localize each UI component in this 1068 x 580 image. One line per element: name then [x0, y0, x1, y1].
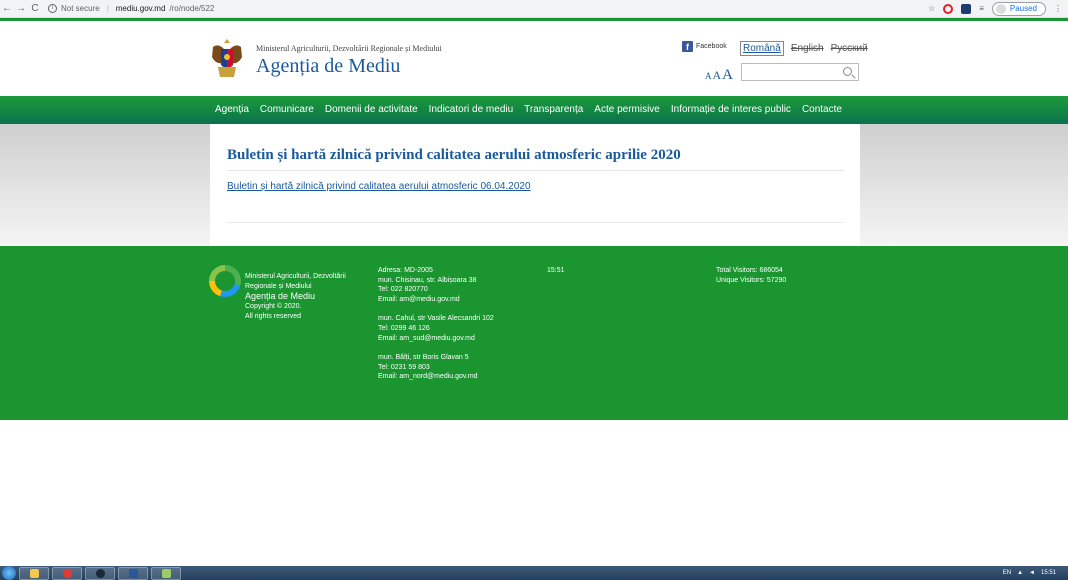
- main-content: Buletin și hartă zilnică privind calitat…: [210, 124, 860, 246]
- taskbar-word[interactable]: [118, 566, 148, 580]
- reading-list-icon[interactable]: ≡: [979, 4, 984, 13]
- site-header: Ministerul Agriculturii, Dezvoltării Reg…: [0, 21, 1068, 96]
- opera-extension-icon[interactable]: [943, 3, 954, 14]
- facebook-icon: f: [682, 41, 693, 52]
- facebook-link[interactable]: f Facebook: [682, 41, 727, 52]
- address-block-chisinau: Adresa: MD-2005 mun. Chisinau, str. Albi…: [378, 266, 528, 305]
- font-size-large[interactable]: A: [722, 67, 733, 83]
- footer-addresses: Adresa: MD-2005 mun. Chisinau, str. Albi…: [378, 266, 528, 392]
- address-block-balti: mun. Bălți, str Boris Glavan 5 Tel: 0231…: [378, 353, 528, 382]
- unique-visitors: Unique Visitors: 57290: [716, 276, 787, 284]
- email-line[interactable]: Email: am@mediu.gov.md: [378, 296, 460, 303]
- browser-toolbar: ← → C i Not secure | mediu.gov.md/ro/nod…: [0, 0, 1068, 18]
- divider: [227, 222, 844, 223]
- url-path: /ro/node/522: [169, 4, 215, 13]
- bulletin-link[interactable]: Buletin și hartă zilnică privind calitat…: [227, 181, 531, 192]
- menu-item-indicatori[interactable]: Indicatori de mediu: [429, 104, 514, 115]
- footer-rights: All rights reserved: [245, 313, 302, 321]
- divider: [227, 170, 844, 171]
- profile-status: Paused: [1009, 4, 1037, 13]
- phone-line: Tel: 0231 59 803: [378, 363, 430, 371]
- address-line: Adresa: MD-2005: [378, 267, 433, 274]
- footer-clock: 15:51: [547, 267, 565, 274]
- taskbar-steam[interactable]: [85, 566, 115, 580]
- address-block-cahul: mun. Cahul, str Vasile Alecsandri 102 Te…: [378, 314, 528, 343]
- taskbar-clock[interactable]: 15:51: [1041, 570, 1056, 576]
- avatar: [995, 3, 1006, 14]
- input-language[interactable]: EN: [1003, 570, 1011, 576]
- network-icon[interactable]: ▲: [1017, 570, 1023, 576]
- footer-copyright: Copyright © 2020.: [245, 303, 302, 311]
- total-visitors: Total Visitors: 686054: [716, 267, 783, 274]
- taskbar-paint[interactable]: [151, 566, 181, 580]
- system-tray: EN ▲ ◄ 15:51: [1003, 570, 1068, 576]
- menu-item-contacte[interactable]: Contacte: [802, 104, 842, 115]
- search-input[interactable]: [741, 63, 859, 81]
- folder-icon: [29, 568, 39, 578]
- menu-item-informatie[interactable]: Informație de interes public: [671, 104, 791, 115]
- address-line: mun. Cahul, str Vasile Alecsandri 102: [378, 315, 494, 323]
- language-switcher: Română English Русский: [740, 41, 868, 56]
- download-extension-icon[interactable]: [961, 3, 972, 14]
- taskbar-chrome[interactable]: [52, 566, 82, 580]
- info-icon[interactable]: i: [48, 4, 57, 13]
- phone-line: Tel: 0299 46 126: [378, 325, 430, 333]
- email-line[interactable]: Email: am_sud@mediu.gov.md: [378, 335, 475, 342]
- taskbar-explorer[interactable]: [19, 566, 49, 580]
- footer-organization: Ministerul Agriculturii, Dezvoltării Reg…: [245, 272, 365, 322]
- address-bar[interactable]: i Not secure | mediu.gov.md/ro/node/522: [48, 2, 214, 16]
- menu-item-transparenta[interactable]: Transparența: [524, 104, 583, 115]
- visitor-counter: Total Visitors: 686054 Unique Visitors: …: [716, 266, 786, 285]
- bookmark-star-icon[interactable]: ☆: [928, 4, 935, 13]
- site-footer: Ministerul Agriculturii, Dezvoltării Reg…: [0, 246, 1068, 420]
- main-menu-bar: Agenția Comunicare Domenii de activitate…: [0, 96, 1068, 124]
- word-icon: [128, 568, 138, 578]
- menu-item-comunicare[interactable]: Comunicare: [260, 104, 314, 115]
- menu-item-domenii[interactable]: Domenii de activitate: [325, 104, 418, 115]
- address-line: mun. Bălți, str Boris Glavan 5: [378, 353, 469, 361]
- footer-org-line: Regionale și Mediului: [245, 282, 312, 290]
- lang-english[interactable]: English: [791, 41, 824, 56]
- page-title: Buletin și hartă zilnică privind calitat…: [227, 147, 681, 163]
- reload-button[interactable]: C: [28, 3, 42, 14]
- font-size-small[interactable]: A: [705, 71, 712, 81]
- agency-logo-icon: [209, 265, 241, 297]
- search-icon[interactable]: [843, 67, 852, 76]
- email-line[interactable]: Email: am_nord@mediu.gov.md: [378, 373, 478, 380]
- chrome-icon: [62, 568, 72, 578]
- back-button[interactable]: ←: [0, 3, 14, 14]
- start-button[interactable]: [2, 566, 16, 580]
- security-label: Not secure: [61, 4, 100, 13]
- lang-russian[interactable]: Русский: [831, 41, 868, 56]
- profile-button[interactable]: Paused: [991, 1, 1046, 16]
- browser-menu-icon[interactable]: ⋮: [1054, 4, 1062, 13]
- font-size-controls: AAA: [705, 66, 734, 84]
- phone-line: Tel: 022 820770: [378, 286, 428, 294]
- url-separator: |: [106, 4, 109, 13]
- url-host: mediu.gov.md: [115, 4, 166, 13]
- coat-of-arms-icon[interactable]: [210, 37, 244, 81]
- menu-item-agentia[interactable]: Agenția: [215, 104, 249, 115]
- footer-agency-name: Agenția de Mediu: [245, 291, 316, 302]
- address-line: mun. Chisinau, str. Albișoara 38: [378, 276, 477, 284]
- facebook-label: Facebook: [696, 43, 727, 50]
- font-size-medium[interactable]: A: [713, 68, 722, 82]
- footer-org-line: Ministerul Agriculturii, Dezvoltării: [245, 273, 346, 280]
- lang-romana[interactable]: Română: [740, 41, 784, 56]
- menu-item-acte[interactable]: Acte permisive: [594, 104, 660, 115]
- ministry-name: Ministerul Agriculturii, Dezvoltării Reg…: [256, 44, 442, 53]
- steam-icon: [95, 568, 105, 578]
- paint-icon: [161, 568, 171, 578]
- forward-button[interactable]: →: [14, 3, 28, 14]
- windows-taskbar: EN ▲ ◄ 15:51: [0, 566, 1068, 580]
- volume-icon[interactable]: ◄: [1029, 570, 1035, 576]
- agency-title-link[interactable]: Agenția de Mediu: [256, 55, 400, 78]
